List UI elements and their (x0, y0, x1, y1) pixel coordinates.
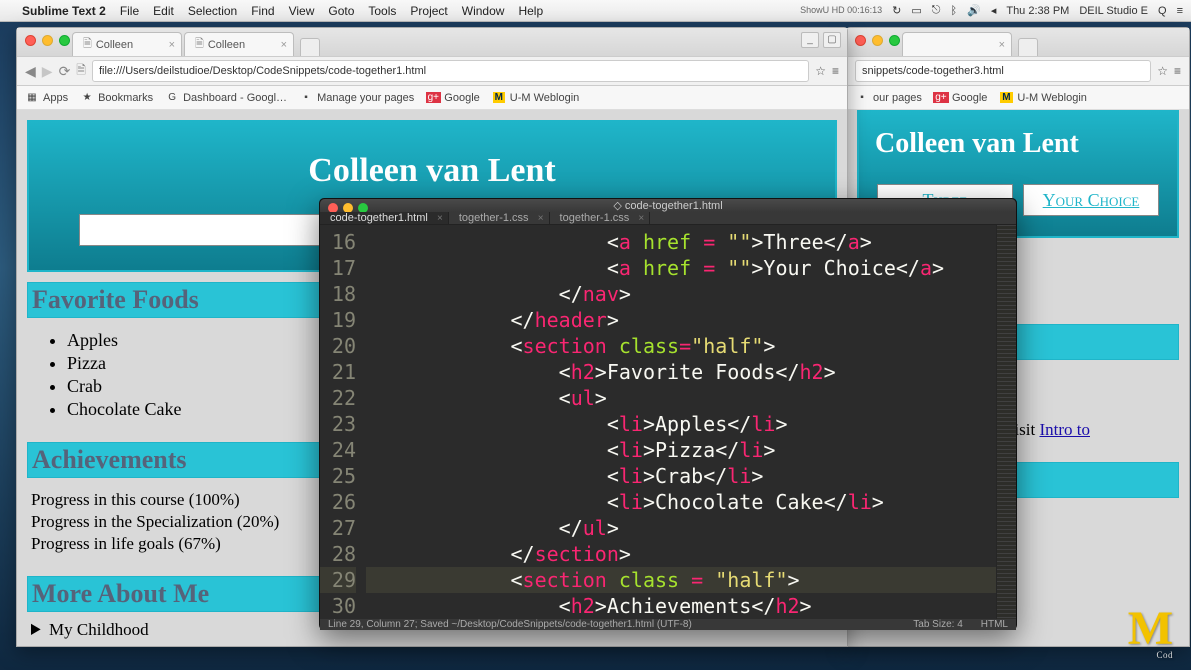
page-title: Colleen van Lent (39, 152, 825, 190)
close-icon[interactable]: × (538, 213, 544, 224)
editor-title: ◇ code-together1.html (320, 199, 1016, 212)
new-tab-button[interactable] (1018, 38, 1038, 56)
battery-icon[interactable]: ◂ (991, 4, 997, 17)
bookmark-item[interactable]: MU-M Weblogin (999, 91, 1087, 105)
menu-items[interactable]: File Edit Selection Find View Goto Tools Projec… (120, 4, 557, 18)
intro-link[interactable]: Intro to (1039, 420, 1090, 439)
editor-tab[interactable]: together-1.css× (449, 212, 550, 224)
wifi-icon[interactable]: ⎋ (932, 4, 941, 17)
browser-tab[interactable]: 🗎Colleen× (72, 32, 182, 56)
notifications-icon[interactable]: ≡ (1177, 5, 1183, 17)
forward-icon[interactable]: ▶ (42, 63, 53, 80)
code-area[interactable]: <a href = "">Three</a> <a href = "">Your… (364, 225, 996, 619)
close-icon[interactable]: × (638, 213, 644, 224)
bookmark-item[interactable]: ★Bookmarks (80, 91, 153, 105)
bookmark-star-icon[interactable]: ☆ (1157, 64, 1168, 78)
umich-logo: MCod (1128, 601, 1173, 660)
spotlight-icon[interactable]: Q (1158, 5, 1167, 17)
chrome-menu-icon[interactable]: ≡ (1174, 64, 1181, 78)
menu-item[interactable]: File (120, 4, 139, 18)
close-icon[interactable]: × (169, 39, 175, 51)
bookmark-item[interactable]: GDashboard - Googl… (165, 91, 287, 105)
status-tabsize[interactable]: Tab Size: 4 (913, 619, 962, 630)
editor-tab[interactable]: together-1.css× (550, 212, 651, 224)
menu-item[interactable]: View (289, 4, 315, 18)
bookmarks-bar: ▪our pages g+Google MU-M Weblogin (847, 86, 1189, 110)
mac-menubar: Sublime Text 2 File Edit Selection Find View… (0, 0, 1191, 22)
menu-item[interactable]: Edit (153, 4, 174, 18)
browser-tab[interactable]: × (902, 32, 1012, 56)
browser-tab[interactable]: 🗎Colleen× (184, 32, 294, 56)
line-gutter: 161718192021222324252627282930 (320, 225, 364, 619)
window-traffic-lights[interactable] (25, 35, 70, 46)
sync-icon[interactable]: ↻ (892, 4, 901, 17)
close-icon[interactable]: × (999, 39, 1005, 51)
bookmarks-bar: ▦Apps ★Bookmarks GDashboard - Googl… ▪Manag… (17, 86, 847, 110)
bookmark-item[interactable]: ▪Manage your pages (299, 91, 414, 105)
chrome-menu-icon[interactable]: ≡ (832, 64, 839, 78)
menu-item[interactable]: Help (518, 4, 543, 18)
address-bar[interactable]: file:///Users/deilstudioe/Desktop/CodeSn… (92, 60, 809, 82)
recorder-hint: ShowU HD 00:16:13 (800, 6, 882, 15)
file-icon: 🗎 (76, 61, 86, 82)
bookmark-item[interactable]: ▪our pages (855, 91, 922, 105)
new-tab-button[interactable] (300, 38, 320, 56)
maximize-icon[interactable]: ▢ (823, 32, 841, 48)
minimize-icon[interactable]: _ (801, 32, 819, 48)
user-menu[interactable]: DEIL Studio E (1079, 5, 1148, 17)
menu-item[interactable]: Selection (188, 4, 237, 18)
apps-button[interactable]: ▦Apps (25, 91, 68, 105)
close-icon[interactable]: × (437, 213, 443, 224)
page-title: Colleen van Lent (869, 128, 1167, 160)
bookmark-star-icon[interactable]: ☆ (815, 64, 826, 78)
minimap[interactable] (996, 225, 1016, 619)
editor-tabs: code-together1.html×together-1.css×toget… (320, 212, 1016, 225)
back-icon[interactable]: ◀ (25, 63, 36, 80)
status-left: Line 29, Column 27; Saved ~/Desktop/Code… (328, 619, 692, 630)
menu-item[interactable]: Window (462, 4, 505, 18)
status-lang[interactable]: HTML (981, 619, 1008, 630)
address-bar[interactable]: snippets/code-together3.html (855, 60, 1151, 82)
menu-item[interactable]: Find (251, 4, 274, 18)
editor-tab[interactable]: code-together1.html× (320, 212, 449, 224)
bookmark-item[interactable]: g+Google (934, 91, 987, 105)
status-bar: Line 29, Column 27; Saved ~/Desktop/Code… (320, 619, 1016, 630)
sublime-window[interactable]: ◇ code-together1.html code-together1.htm… (319, 198, 1017, 630)
app-name[interactable]: Sublime Text 2 (22, 4, 106, 18)
bluetooth-icon[interactable]: ᛒ (951, 5, 958, 17)
clock[interactable]: Thu 2:38 PM (1006, 5, 1069, 17)
menu-item[interactable]: Tools (368, 4, 396, 18)
window-traffic-lights[interactable] (855, 35, 900, 46)
menu-item[interactable]: Project (410, 4, 447, 18)
bookmark-item[interactable]: g+Google (426, 91, 479, 105)
menu-item[interactable]: Goto (328, 4, 354, 18)
display-icon[interactable]: ▭ (911, 4, 921, 17)
reload-icon[interactable]: ⟳ (59, 63, 71, 80)
close-icon[interactable]: × (281, 39, 287, 51)
nav-link-your-choice[interactable]: Your Choice (1023, 184, 1159, 216)
volume-icon[interactable]: 🔊 (967, 4, 981, 17)
bookmark-item[interactable]: MU-M Weblogin (492, 91, 580, 105)
